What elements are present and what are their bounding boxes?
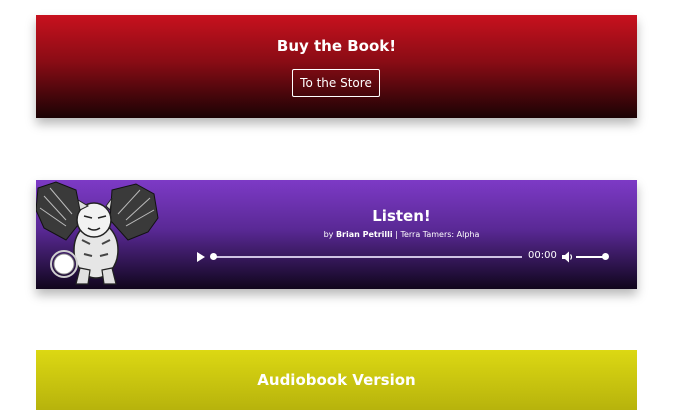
audiobook-banner: Audiobook Version xyxy=(36,350,637,410)
listen-banner: Listen! by Brian Petrilli | Terra Tamers… xyxy=(36,180,637,289)
audio-player: 00:00 xyxy=(196,249,609,265)
buy-book-banner: Buy the Book! To the Store xyxy=(36,15,637,118)
volume-handle[interactable] xyxy=(602,253,609,260)
author-name: Brian Petrilli xyxy=(335,230,393,239)
progress-handle[interactable] xyxy=(210,253,217,260)
audiobook-title: Audiobook Version xyxy=(257,371,416,389)
album-name: Terra Tamers: Alpha xyxy=(400,230,480,239)
by-label: by xyxy=(323,230,336,239)
buy-book-title: Buy the Book! xyxy=(276,37,397,55)
current-time: 00:00 xyxy=(528,250,557,261)
track-meta: by Brian Petrilli | Terra Tamers: Alpha xyxy=(36,230,637,239)
to-store-button[interactable]: To the Store xyxy=(292,69,380,97)
listen-title: Listen! xyxy=(372,207,431,225)
play-icon[interactable] xyxy=(196,252,206,262)
volume-track[interactable] xyxy=(576,256,604,258)
speaker-icon[interactable] xyxy=(562,251,574,263)
progress-track[interactable] xyxy=(212,256,522,258)
